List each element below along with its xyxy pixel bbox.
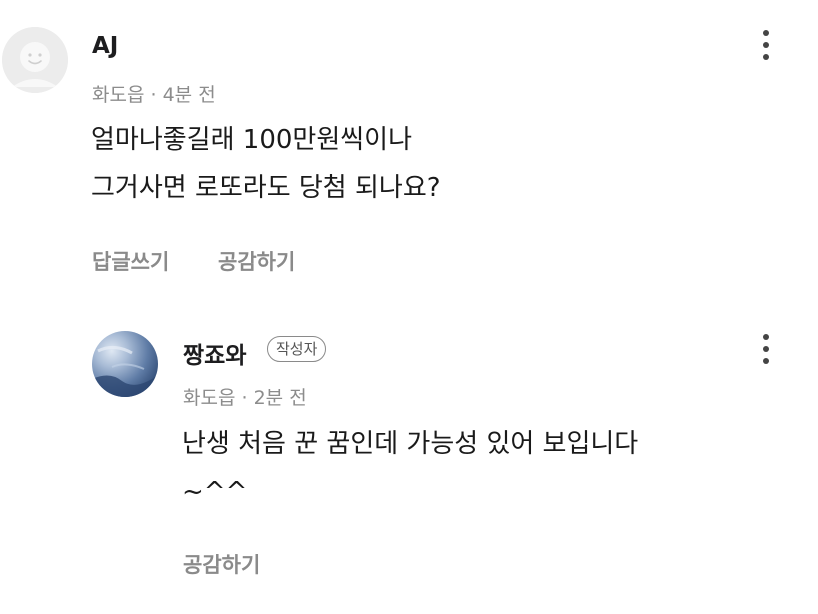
like-button[interactable]: 공감하기 (218, 246, 295, 276)
more-options-button[interactable] (754, 26, 778, 66)
reply-body-line: ~^^ (182, 477, 248, 507)
more-vertical-icon (763, 30, 769, 60)
reply-body: 난생 처음 꾼 꿈인데 가능성 있어 보입니다 ~^^ (182, 420, 638, 516)
meta-separator: · (150, 84, 157, 106)
photo-avatar (92, 346, 158, 397)
reply-button[interactable]: 답글쓰기 (92, 246, 169, 276)
comment-meta: 화도읍 · 4분 전 (92, 80, 216, 107)
comment-body-line: 얼마나좋길래 100만원씩이나 (91, 125, 413, 155)
default-avatar-icon (2, 27, 68, 93)
more-options-button[interactable] (754, 330, 778, 370)
meta-separator: · (241, 387, 248, 409)
more-vertical-icon (763, 334, 769, 364)
reply-meta: 화도읍 · 2분 전 (183, 383, 307, 410)
comment-location: 화도읍 (92, 84, 145, 106)
comment-time: 4분 전 (162, 84, 216, 106)
comment-body-line: 그거사면 로또라도 당첨 되나요? (91, 173, 441, 203)
reply-location: 화도읍 (183, 387, 236, 409)
like-button[interactable]: 공감하기 (183, 549, 260, 579)
avatar[interactable] (2, 27, 68, 93)
reply-time: 2분 전 (253, 387, 307, 409)
reply-username[interactable]: 짱죠와 (183, 336, 246, 370)
author-badge: 작성자 (267, 336, 327, 362)
comment-username[interactable]: AJ (92, 33, 118, 59)
comment-body: 얼마나좋길래 100만원씩이나 그거사면 로또라도 당첨 되나요? (91, 116, 441, 212)
avatar[interactable] (92, 331, 158, 397)
reply-body-line: 난생 처음 꾼 꿈인데 가능성 있어 보입니다 (182, 429, 639, 459)
